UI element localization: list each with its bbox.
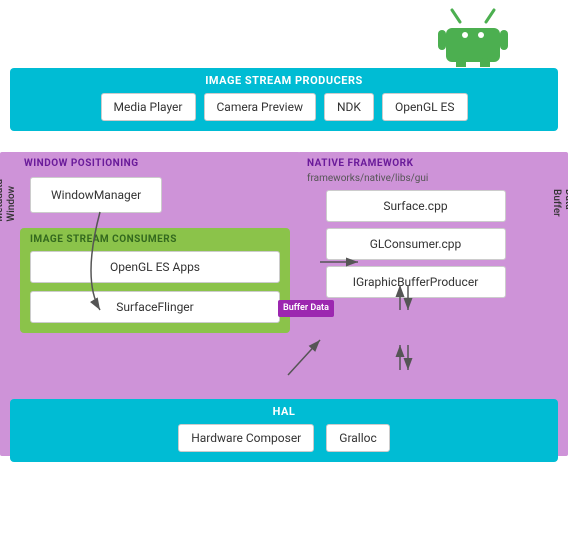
isc-title: IMAGE STREAM CONSUMERS xyxy=(30,234,280,245)
consumer-opengl-es-apps: OpenGL ES Apps xyxy=(30,251,280,283)
isp-title: IMAGE STREAM PRODUCERS xyxy=(20,74,548,87)
producer-ndk: NDK xyxy=(324,93,374,121)
consumers-boxes: OpenGL ES Apps SurfaceFlinger xyxy=(30,251,280,323)
consumer-surface-flinger: SurfaceFlinger xyxy=(30,291,280,323)
window-metadata-label: WindowMetadata xyxy=(0,175,22,226)
diagram-container: IMAGE STREAM PRODUCERS Media Player Came… xyxy=(0,0,568,534)
hal-gralloc: Gralloc xyxy=(326,424,390,452)
hal-boxes: Hardware Composer Gralloc xyxy=(20,424,548,452)
image-stream-consumers-section: IMAGE STREAM CONSUMERS OpenGL ES Apps Su… xyxy=(20,228,290,333)
producer-media-player: Media Player xyxy=(101,93,196,121)
hal-hardware-composer: Hardware Composer xyxy=(178,424,314,452)
producer-opengl-es: OpenGL ES xyxy=(382,93,468,121)
hal-title: HAL xyxy=(20,405,548,418)
nf-path: frameworks/native/libs/gui xyxy=(303,171,548,190)
nf-title: NATIVE FRAMEWORK xyxy=(303,152,548,171)
window-positioning-section: WINDOW POSITIONING WindowManager xyxy=(20,152,290,213)
hal-section: HAL Hardware Composer Gralloc xyxy=(10,399,558,462)
native-glconsumer-cpp: GLConsumer.cpp xyxy=(326,228,506,260)
image-stream-producers-section: IMAGE STREAM PRODUCERS Media Player Came… xyxy=(10,68,558,131)
android-logo xyxy=(438,2,508,67)
native-boxes: Surface.cpp GLConsumer.cpp IGraphicBuffe… xyxy=(303,190,548,298)
native-framework-section: NATIVE FRAMEWORK frameworks/native/libs/… xyxy=(303,152,548,298)
wp-title: WINDOW POSITIONING xyxy=(20,152,290,173)
buffer-data-middle: Buffer Data xyxy=(278,300,334,317)
window-manager-box: WindowManager xyxy=(30,177,162,213)
producers-boxes: Media Player Camera Preview NDK OpenGL E… xyxy=(20,93,548,121)
producer-camera-preview: Camera Preview xyxy=(204,93,316,121)
buffer-data-label-right: BufferData xyxy=(546,185,568,221)
native-igraphicbufferproducer: IGraphicBufferProducer xyxy=(326,266,506,298)
native-surface-cpp: Surface.cpp xyxy=(326,190,506,222)
